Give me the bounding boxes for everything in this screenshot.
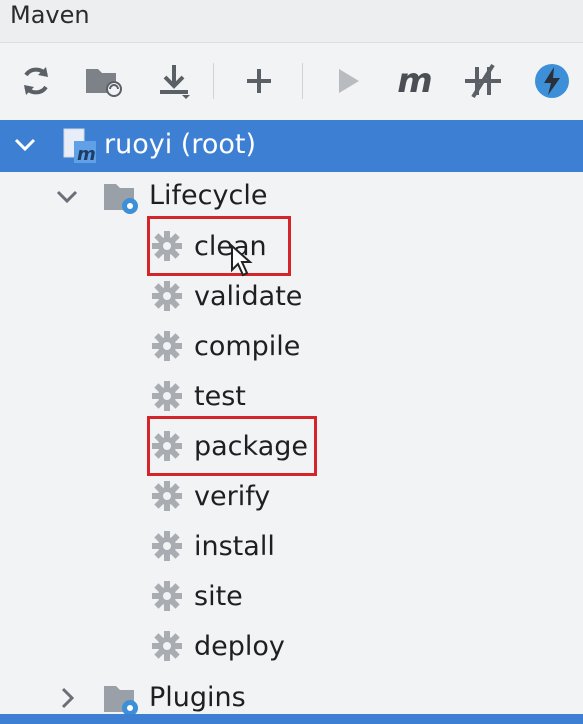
bottom-selection-strip xyxy=(0,714,583,724)
gear-icon xyxy=(150,379,184,413)
lifecycle-item[interactable]: install xyxy=(150,522,275,570)
chevron-down-icon[interactable] xyxy=(12,132,38,162)
gear-icon xyxy=(150,329,184,363)
lightning-icon[interactable] xyxy=(530,59,574,103)
toolbar-separator xyxy=(213,63,214,99)
lifecycle-item[interactable]: validate xyxy=(150,272,302,320)
lifecycle-item[interactable]: deploy xyxy=(150,622,285,670)
svg-text:m: m xyxy=(77,144,96,165)
maven-m-icon[interactable]: m xyxy=(393,59,437,103)
mouse-cursor-icon xyxy=(230,243,256,282)
folder-gear-icon xyxy=(102,178,142,222)
gear-icon xyxy=(150,529,184,563)
tree-root-row[interactable]: m ruoyi (root) xyxy=(0,120,583,172)
gear-icon xyxy=(150,579,184,613)
lifecycle-item-label: install xyxy=(194,530,275,562)
lifecycle-item[interactable]: site xyxy=(150,572,243,620)
plus-icon[interactable] xyxy=(237,59,281,103)
lifecycle-item-label: verify xyxy=(194,480,271,512)
tree-node-lifecycle[interactable]: Lifecycle xyxy=(0,172,583,220)
chevron-right-icon[interactable] xyxy=(56,685,80,715)
tree-node-lifecycle-label: Lifecycle xyxy=(149,180,268,211)
lifecycle-item-label: deploy xyxy=(194,630,285,662)
maven-project-icon: m xyxy=(60,127,98,169)
chevron-down-icon[interactable] xyxy=(54,184,80,214)
lifecycle-item[interactable]: compile xyxy=(150,322,300,370)
skip-tests-icon[interactable] xyxy=(461,59,505,103)
lifecycle-item-label: compile xyxy=(194,330,301,362)
tree-root-label: ruoyi (root) xyxy=(104,129,256,160)
highlight-box xyxy=(147,216,291,276)
add-project-folder-icon[interactable] xyxy=(82,59,126,103)
gear-icon xyxy=(150,279,184,313)
gear-icon xyxy=(150,479,184,513)
tool-window-title: Maven xyxy=(10,1,90,29)
maven-toolbar: m xyxy=(0,43,583,119)
highlight-box xyxy=(147,416,317,476)
reload-icon[interactable] xyxy=(14,59,58,103)
tool-window-header: Maven xyxy=(0,0,583,43)
lifecycle-item-label: site xyxy=(194,580,243,612)
gear-icon xyxy=(150,629,184,663)
run-icon[interactable] xyxy=(326,59,370,103)
lifecycle-item[interactable]: verify xyxy=(150,472,270,520)
lifecycle-item-label: test xyxy=(194,380,246,412)
lifecycle-item[interactable]: test xyxy=(150,372,246,420)
tree-node-plugins-label: Plugins xyxy=(149,682,246,713)
lifecycle-item-label: validate xyxy=(194,280,303,312)
toolbar-separator xyxy=(302,63,303,99)
download-icon[interactable] xyxy=(152,59,196,103)
